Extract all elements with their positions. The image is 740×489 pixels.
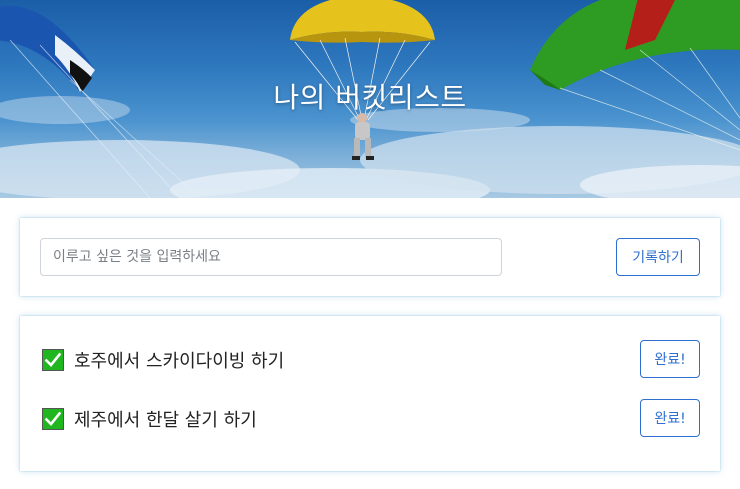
check-mark-icon	[42, 349, 64, 371]
hero-banner: 나의 버킷리스트	[0, 0, 740, 198]
list-item-text: 호주에서 스카이다이빙 하기	[74, 351, 285, 372]
done-button[interactable]: 완료!	[640, 340, 700, 378]
list-item: 제주에서 한달 살기 하기 완료!	[42, 399, 700, 437]
bucket-list-card: 호주에서 스카이다이빙 하기 완료! 제주에서 한달 살기 하기 완료!	[20, 316, 720, 471]
list-item-text: 제주에서 한달 살기 하기	[74, 410, 257, 431]
bucket-item-input[interactable]	[40, 238, 502, 276]
record-button[interactable]: 기록하기	[616, 238, 700, 276]
check-mark-icon	[42, 408, 64, 430]
input-card: 기록하기	[20, 218, 720, 296]
list-item: 호주에서 스카이다이빙 하기 완료!	[42, 340, 700, 378]
done-button[interactable]: 완료!	[640, 399, 700, 437]
page-title: 나의 버킷리스트	[273, 81, 467, 114]
